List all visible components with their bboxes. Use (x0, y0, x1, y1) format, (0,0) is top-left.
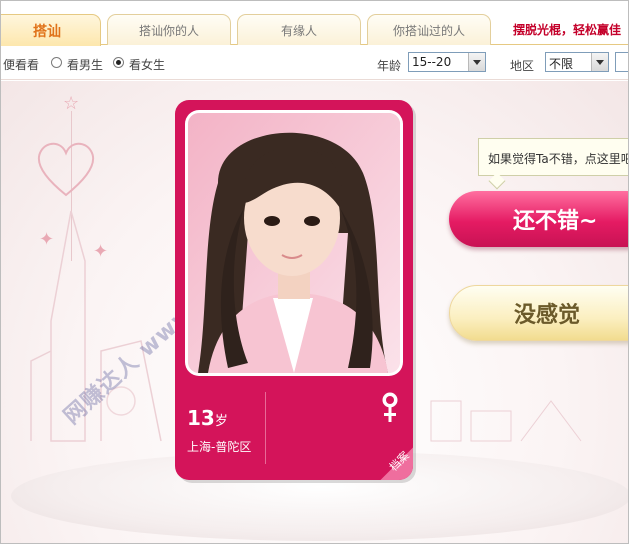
no-feeling-button-label: 没感觉 (514, 303, 581, 328)
age-label: 年龄 (377, 59, 402, 73)
age-unit: 岁 (214, 414, 228, 429)
profile-photo-image (188, 113, 400, 373)
promo-link[interactable]: 摆脱光棍，轻松赢佳 (513, 21, 621, 38)
female-gender-icon (382, 392, 398, 422)
filter-bar: 便看看 看男生 看女生 年龄 15--20 地区 不限 (1, 46, 628, 80)
region-value: 不限 (549, 57, 574, 71)
profile-photo-frame (185, 110, 403, 376)
no-feeling-button[interactable]: 没感觉 (449, 285, 628, 341)
like-button-label: 还不错~ (513, 209, 598, 234)
browse-label[interactable]: 便看看 (3, 56, 39, 73)
hint-tooltip: 如果觉得Ta不错，点这里吧 (478, 138, 628, 176)
radio-male-label[interactable]: 看男生 (67, 56, 103, 73)
page-frame: 搭讪 搭讪你的人 有缘人 你搭讪过的人 摆脱光棍，轻松赢佳 便看看 看男生 看女… (0, 0, 629, 544)
tab-chat-up[interactable]: 搭讪 (1, 14, 101, 46)
chevron-down-icon[interactable] (591, 53, 608, 71)
main-stage: ☆ ✦ ✦ 网赚达人 www.wzdr.cn 13岁 上海-普陀区 档案 如果觉… (1, 81, 628, 543)
age-display: 13岁 (187, 406, 228, 430)
chevron-down-icon[interactable] (468, 53, 485, 71)
like-button[interactable]: 还不错~ (449, 191, 628, 247)
profile-archive-button[interactable]: 档案 (367, 434, 413, 480)
tab-bar: 搭讪 搭讪你的人 有缘人 你搭讪过的人 摆脱光棍，轻松赢佳 (1, 1, 628, 46)
tab-chatted-you[interactable]: 搭讪你的人 (107, 14, 231, 45)
tab-you-chatted[interactable]: 你搭讪过的人 (367, 14, 491, 45)
tab-label: 搭讪 (33, 23, 61, 40)
region-select[interactable]: 不限 (545, 52, 609, 72)
tab-matches[interactable]: 有缘人 (237, 14, 361, 45)
heart-icon (37, 142, 95, 197)
age-value: 15--20 (412, 55, 452, 69)
profile-archive-label: 档案 (386, 448, 412, 474)
age-select[interactable]: 15--20 (408, 52, 486, 72)
radio-male[interactable] (51, 57, 62, 68)
card-divider (265, 392, 266, 464)
age-number: 13 (187, 406, 215, 430)
region-label: 地区 (510, 59, 535, 73)
town-illustration (430, 400, 582, 442)
tab-label: 搭讪你的人 (138, 23, 199, 38)
location-text: 上海-普陀区 (187, 440, 252, 454)
tab-label: 有缘人 (280, 23, 317, 38)
radio-female-label[interactable]: 看女生 (129, 56, 165, 73)
star-icon: ☆ (63, 93, 80, 114)
tab-label: 你搭讪过的人 (392, 23, 465, 38)
district-select[interactable] (615, 52, 628, 72)
profile-photo[interactable] (188, 113, 400, 373)
radio-female[interactable] (113, 57, 124, 68)
profile-card[interactable]: 13岁 上海-普陀区 档案 (175, 100, 413, 480)
